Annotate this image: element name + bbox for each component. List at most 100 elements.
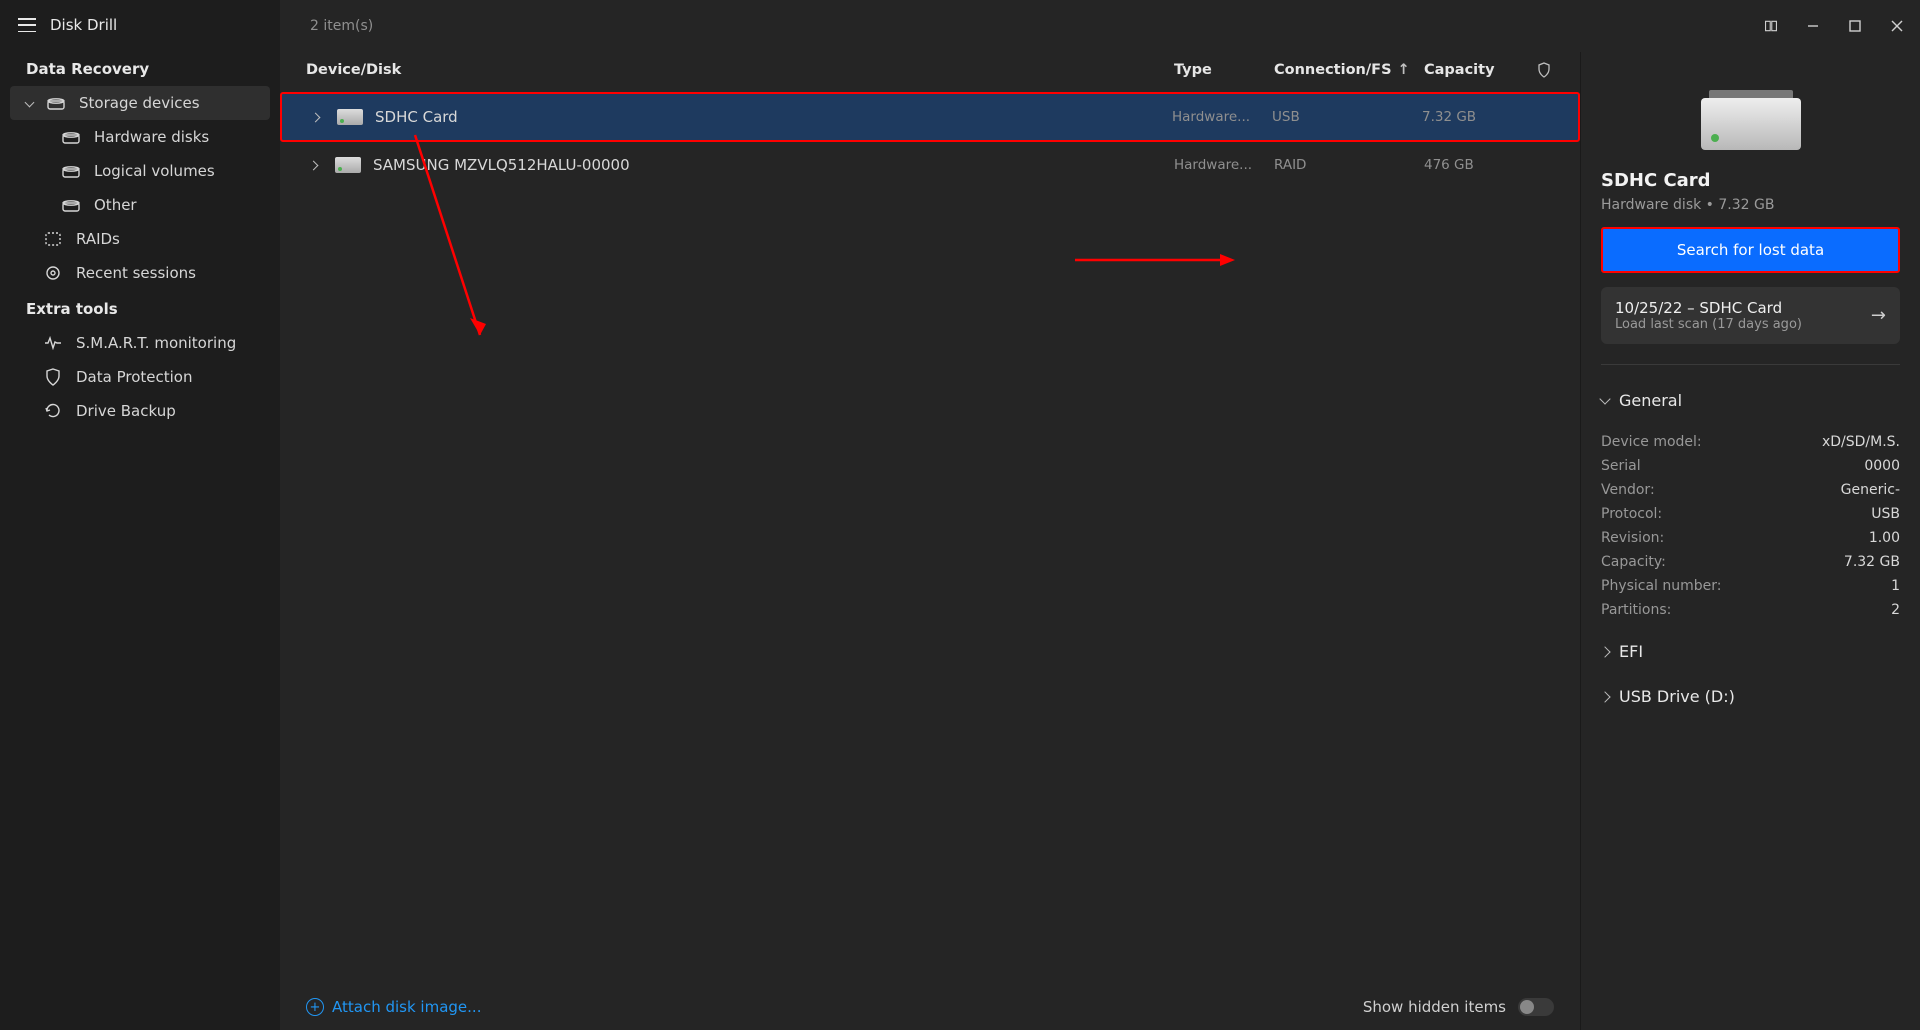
show-hidden-toggle-row: Show hidden items [1363,998,1554,1016]
prop-val: 0000 [1864,458,1900,474]
sidebar-item-label: Storage devices [79,94,200,112]
sidebar-item-label: Recent sessions [76,264,196,282]
device-conn: USB [1272,109,1422,125]
main-footer: + Attach disk image... Show hidden items [280,984,1580,1030]
sidebar-item-label: Other [94,196,137,214]
device-type: Hardware... [1174,157,1274,173]
prop-key: Device model: [1601,434,1702,450]
sidebar-item-smart[interactable]: S.M.A.R.T. monitoring [0,326,280,360]
divider [1601,364,1900,365]
panel-subtitle: Hardware disk • 7.32 GB [1601,197,1900,213]
disk-icon [47,94,65,112]
sidebar-item-logical-volumes[interactable]: Logical volumes [0,154,280,188]
raid-icon [44,230,62,248]
chevron-down-icon [25,97,35,107]
plus-icon: + [306,998,324,1016]
scan-title: 10/25/22 – SDHC Card [1615,299,1802,317]
device-cap: 7.32 GB [1422,109,1522,125]
maximize-icon[interactable] [1848,19,1862,33]
sidebar-item-label: S.M.A.R.T. monitoring [76,334,236,352]
table-row[interactable]: SAMSUNG MZVLQ512HALU-00000 Hardware... R… [280,142,1580,188]
device-name: SDHC Card [375,108,458,126]
book-icon[interactable] [1764,19,1778,33]
details-panel: SDHC Card Hardware disk • 7.32 GB Search… [1580,52,1920,1030]
prop-val: 1 [1891,578,1900,594]
item-count: 2 item(s) [296,18,373,34]
main-header: 2 item(s) [280,0,1920,52]
col-device[interactable]: Device/Disk [296,62,1174,82]
close-icon[interactable] [1890,19,1904,33]
prop-key: Revision: [1601,530,1664,546]
device-list: SDHC Card Hardware... USB 7.32 GB SAMSUN… [280,92,1580,984]
history-icon [44,402,62,420]
prop-val: 1.00 [1869,530,1900,546]
gear-icon [44,264,62,282]
section-label: General [1619,391,1682,410]
section-general[interactable]: General [1601,385,1900,416]
sidebar-item-label: Hardware disks [94,128,209,146]
prop-key: Partitions: [1601,602,1671,618]
prop-key: Capacity: [1601,554,1666,570]
sidebar-item-other[interactable]: Other [0,188,280,222]
device-name: SAMSUNG MZVLQ512HALU-00000 [373,156,630,174]
sidebar: Disk Drill Data Recovery Storage devices… [0,0,280,1030]
app-title: Disk Drill [50,16,117,34]
prop-val: 7.32 GB [1844,554,1900,570]
disk-icon [335,157,361,173]
table-header: Device/Disk Type Connection/FS↑ Capacity [280,52,1580,92]
chevron-right-icon[interactable] [311,112,321,122]
disk-icon [62,128,80,146]
sidebar-item-data-protection[interactable]: Data Protection [0,360,280,394]
chevron-down-icon [1599,393,1610,404]
panel-title: SDHC Card [1601,170,1900,191]
prop-key: Serial [1601,458,1641,474]
show-hidden-label: Show hidden items [1363,998,1506,1016]
attach-label: Attach disk image... [332,998,481,1016]
chevron-right-icon[interactable] [309,160,319,170]
minimize-icon[interactable] [1806,19,1820,33]
chevron-right-icon [1599,646,1610,657]
section-efi[interactable]: EFI [1601,636,1900,667]
disk-icon [337,109,363,125]
section-extra-tools: Extra tools [0,290,280,326]
table-row[interactable]: SDHC Card Hardware... USB 7.32 GB [280,92,1580,142]
hamburger-icon[interactable] [18,18,36,32]
main-pane: 2 item(s) Device/Disk Type Connection/FS… [280,0,1920,1030]
window-controls [1764,19,1904,33]
section-label: USB Drive (D:) [1619,687,1735,706]
sidebar-item-label: Data Protection [76,368,192,386]
titlebar-left: Disk Drill [0,8,280,50]
shield-icon [44,368,62,386]
sidebar-item-label: Logical volumes [94,162,215,180]
col-conn[interactable]: Connection/FS↑ [1274,62,1424,82]
disk-icon [62,196,80,214]
sidebar-item-label: Drive Backup [76,402,176,420]
chevron-right-icon [1599,691,1610,702]
sidebar-item-recent-sessions[interactable]: Recent sessions [0,256,280,290]
search-lost-data-button[interactable]: Search for lost data [1601,227,1900,273]
sidebar-item-drive-backup[interactable]: Drive Backup [0,394,280,428]
col-shield[interactable] [1524,62,1564,82]
sidebar-item-raids[interactable]: RAIDs [0,222,280,256]
attach-disk-image-button[interactable]: + Attach disk image... [306,998,481,1016]
prop-key: Physical number: [1601,578,1722,594]
heartbeat-icon [44,334,62,352]
device-conn: RAID [1274,157,1424,173]
prop-val: Generic- [1841,482,1900,498]
sidebar-item-label: RAIDs [76,230,120,248]
general-props: Device model: xD/SD/M.S. Serial 0000 Vendo… [1601,430,1900,622]
show-hidden-toggle[interactable] [1518,998,1554,1016]
prop-val: xD/SD/M.S. [1822,434,1900,450]
section-usb-drive[interactable]: USB Drive (D:) [1601,681,1900,712]
disk-illustration-icon [1701,98,1801,150]
prop-val: USB [1871,506,1900,522]
prop-key: Protocol: [1601,506,1662,522]
disk-icon [62,162,80,180]
prop-val: 2 [1891,602,1900,618]
col-type[interactable]: Type [1174,62,1274,82]
col-capacity[interactable]: Capacity [1424,62,1524,82]
prop-key: Vendor: [1601,482,1655,498]
sidebar-item-storage-devices[interactable]: Storage devices [10,86,270,120]
sidebar-item-hardware-disks[interactable]: Hardware disks [0,120,280,154]
last-scan-card[interactable]: 10/25/22 – SDHC Card Load last scan (17 … [1601,287,1900,344]
